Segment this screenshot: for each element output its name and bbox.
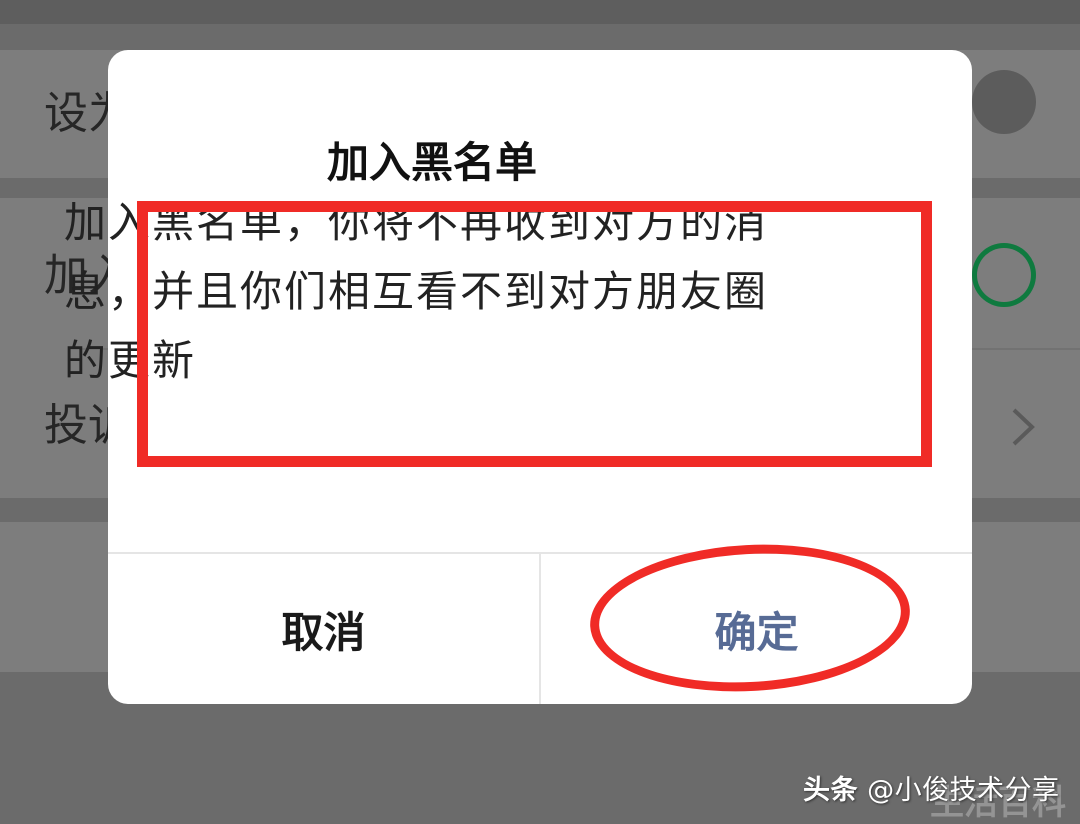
watermark: 头条 @小俊技术分享 [803, 768, 1060, 807]
toggle-knob [977, 248, 1031, 302]
watermark-handle: @小俊技术分享 [867, 775, 1060, 806]
status-bar [0, 0, 1080, 24]
chevron-right-icon [1012, 408, 1035, 446]
setting-row-2-toggle[interactable] [972, 243, 1036, 307]
cancel-button[interactable]: 取消 [108, 554, 539, 704]
dialog-title: 加入黑名单 [326, 138, 537, 187]
setting-row-1-toggle[interactable] [972, 70, 1036, 134]
annotation-rectangle [137, 201, 932, 467]
watermark-brand: 头条 [803, 775, 858, 806]
